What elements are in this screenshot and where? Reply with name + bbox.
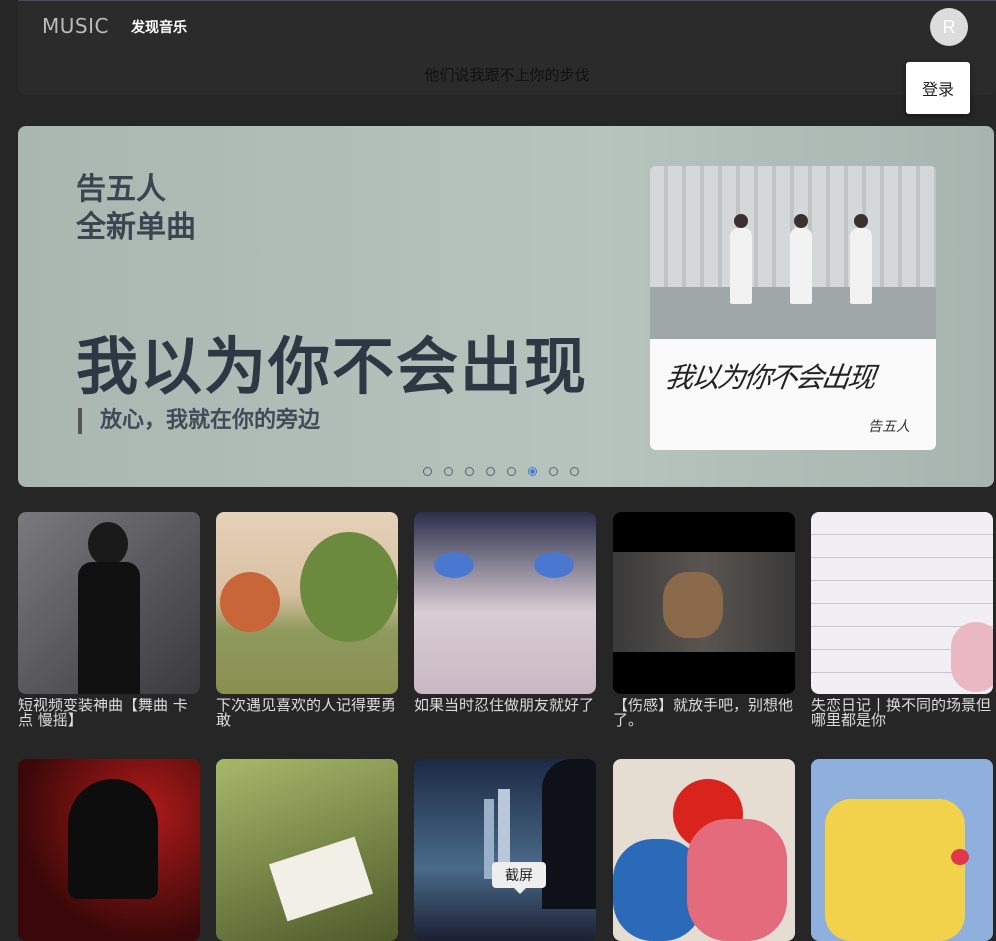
nav-discover-music[interactable]: 发现音乐 bbox=[131, 17, 187, 37]
playlist-cover bbox=[18, 512, 200, 694]
playlist-cover bbox=[216, 512, 398, 694]
playlist-title: 下次遇见喜欢的人记得要勇敢 bbox=[216, 698, 397, 728]
playlist-card[interactable]: 失恋日记丨换不同的场景但哪里都是你 bbox=[811, 512, 993, 728]
playlist-cover bbox=[613, 512, 795, 694]
playlist-card[interactable] bbox=[18, 759, 200, 941]
playlist-card[interactable]: 下次遇见喜欢的人记得要勇敢 bbox=[216, 512, 398, 728]
playlist-card[interactable] bbox=[414, 759, 596, 941]
playlist-cover bbox=[216, 759, 398, 941]
user-avatar[interactable]: R bbox=[930, 8, 968, 46]
playlist-cover bbox=[811, 759, 993, 941]
banner-title: 我以为你不会出现 bbox=[76, 330, 589, 403]
banner-tagline: 放心，我就在你的旁边 bbox=[78, 408, 320, 434]
album-cover-photo bbox=[650, 166, 936, 339]
playlist-cover bbox=[414, 512, 596, 694]
carousel-dot[interactable] bbox=[528, 467, 537, 476]
playlist-cover bbox=[414, 759, 596, 941]
playlist-card[interactable]: 短视频变装神曲【舞曲 卡点 慢摇】 bbox=[18, 512, 200, 728]
banner-subtitle: 告五人 全新单曲 bbox=[76, 171, 196, 247]
playlist-cover bbox=[811, 512, 993, 694]
carousel-dot[interactable] bbox=[570, 467, 579, 476]
playlist-title: 如果当时忍住做朋友就好了 bbox=[414, 698, 595, 713]
carousel-dot[interactable] bbox=[549, 467, 558, 476]
login-button[interactable]: 登录 bbox=[906, 62, 970, 114]
playlist-card[interactable] bbox=[216, 759, 398, 941]
playlist-title: 短视频变装神曲【舞曲 卡点 慢摇】 bbox=[18, 698, 188, 728]
album-cover-handwriting: 我以为你不会出现 bbox=[663, 361, 877, 394]
banner-carousel[interactable]: 告五人 全新单曲 我以为你不会出现 放心，我就在你的旁边 我以为你不会出现 告五… bbox=[18, 126, 994, 487]
screenshot-tooltip: 截屏 bbox=[492, 862, 546, 894]
album-cover-signature: 告五人 bbox=[868, 419, 910, 435]
banner-artist: 告五人 bbox=[76, 172, 166, 207]
carousel-dot[interactable] bbox=[486, 467, 495, 476]
top-nav-bar: MUSIC 发现音乐 R bbox=[18, 0, 996, 52]
playlist-cover bbox=[613, 759, 795, 941]
banner-release-type: 全新单曲 bbox=[76, 210, 196, 245]
carousel-indicators bbox=[423, 467, 579, 476]
album-cover[interactable]: 我以为你不会出现 告五人 bbox=[650, 166, 936, 450]
playlist-card[interactable]: 【伤感】就放手吧，别想他了。 bbox=[613, 512, 795, 728]
playlist-title: 【伤感】就放手吧，别想他了。 bbox=[613, 698, 794, 728]
carousel-dot[interactable] bbox=[423, 467, 432, 476]
carousel-dot[interactable] bbox=[444, 467, 453, 476]
marquee-text: 他们说我跟不上你的步伐 bbox=[424, 66, 590, 84]
marquee-bar: 他们说我跟不上你的步伐 bbox=[18, 51, 996, 95]
playlist-cover bbox=[18, 759, 200, 941]
carousel-dot[interactable] bbox=[507, 467, 516, 476]
playlist-card[interactable] bbox=[613, 759, 795, 941]
playlist-card[interactable]: 如果当时忍住做朋友就好了 bbox=[414, 512, 596, 713]
app-logo[interactable]: MUSIC bbox=[42, 14, 109, 38]
playlist-title: 失恋日记丨换不同的场景但哪里都是你 bbox=[811, 698, 992, 728]
playlist-card[interactable] bbox=[811, 759, 993, 941]
carousel-dot[interactable] bbox=[465, 467, 474, 476]
